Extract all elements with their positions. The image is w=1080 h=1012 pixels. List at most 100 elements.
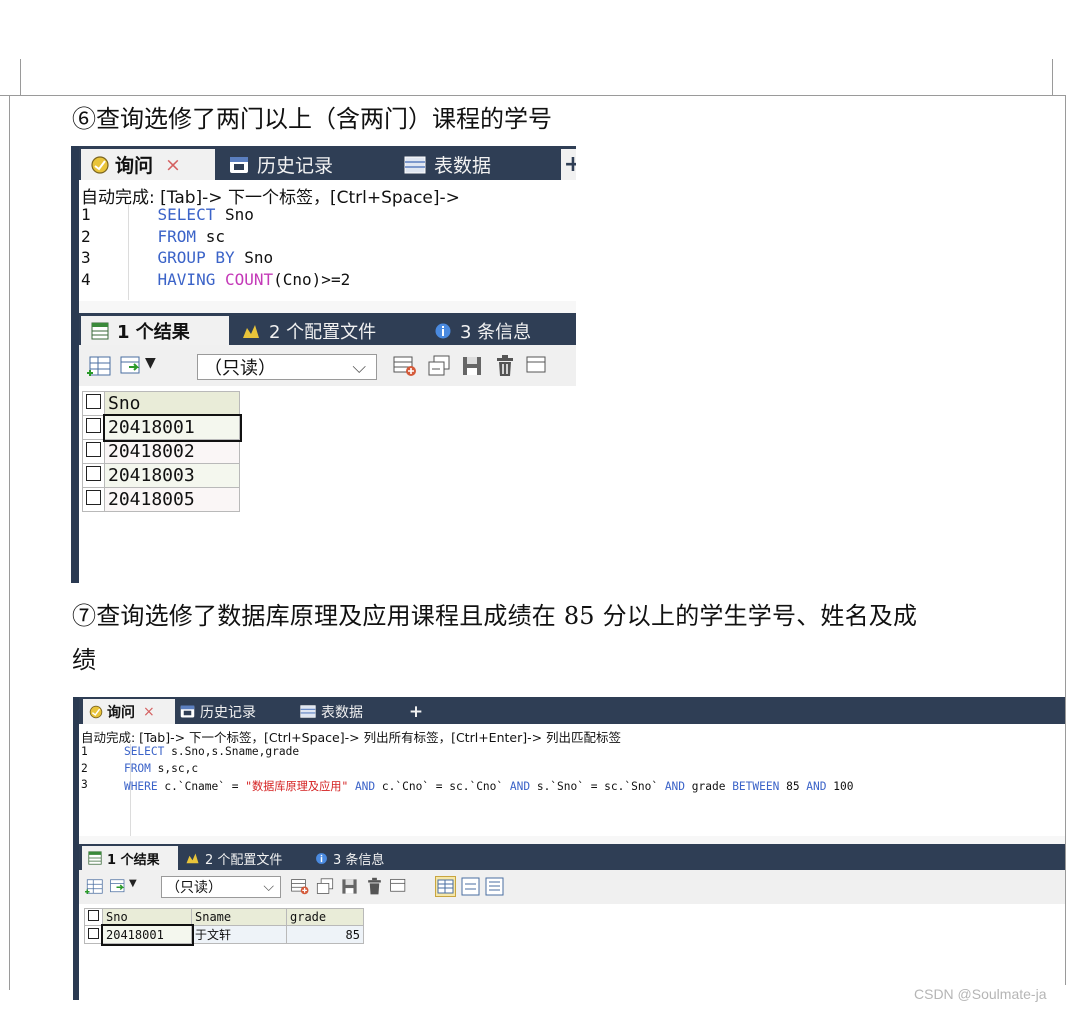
result-tab-results[interactable]: 1 个结果 xyxy=(81,316,229,345)
sql-token: c.`Cname` = xyxy=(157,780,246,793)
refresh-icon[interactable] xyxy=(389,877,408,896)
duplicate-row-icon[interactable] xyxy=(315,877,335,896)
result-tab-profiles[interactable]: 2 个配置文件 xyxy=(185,846,282,870)
autocomplete-hint: 自动完成: [Tab]-> 下一个标签，[Ctrl+Space]-> 列出所有标… xyxy=(81,730,622,745)
grid-view-icon[interactable] xyxy=(85,878,103,895)
code-line[interactable]: WHERE c.`Cname` = "数据库原理及应用" AND c.`Cno`… xyxy=(97,778,854,794)
chevron-down-icon[interactable]: ▼ xyxy=(129,878,137,889)
row-checkbox[interactable] xyxy=(88,927,99,939)
table-row[interactable]: 20418002 xyxy=(82,439,240,464)
tab-table-data[interactable]: 表数据 xyxy=(404,149,491,180)
select-all-checkbox[interactable] xyxy=(88,910,99,921)
row-checkbox[interactable] xyxy=(86,490,101,505)
save-icon[interactable] xyxy=(340,877,359,896)
sql-token: Sno xyxy=(234,248,274,267)
calendar-icon xyxy=(230,156,248,173)
duplicate-row-icon[interactable] xyxy=(426,354,452,378)
insert-row-icon[interactable] xyxy=(392,354,418,378)
table-row[interactable]: 20418001 于文轩 85 xyxy=(84,923,364,946)
sql-token: grade xyxy=(685,780,733,793)
result-tab-profiles-label: 2 个配置文件 xyxy=(205,852,283,868)
row-checkbox[interactable] xyxy=(86,466,101,481)
result-tab-results[interactable]: 1 个结果 xyxy=(82,846,178,870)
export-icon[interactable] xyxy=(119,355,143,377)
select-all-cell[interactable] xyxy=(84,908,103,926)
delete-icon[interactable] xyxy=(493,354,517,378)
sql-token: s.`Sno` = sc.`Sno` xyxy=(530,780,665,793)
save-icon[interactable] xyxy=(460,354,484,378)
tab-history[interactable]: 历史记录 xyxy=(180,699,256,724)
results-grid-icon xyxy=(91,322,109,339)
grid-header-row: Sno Sname grade xyxy=(84,908,364,926)
row-select-cell[interactable] xyxy=(82,463,105,488)
sql-keyword: FROM xyxy=(123,761,151,775)
tab-table-data-label: 表数据 xyxy=(321,704,363,721)
row-select-cell[interactable] xyxy=(82,439,105,464)
insert-row-icon[interactable] xyxy=(290,877,310,896)
text-mode-icon[interactable] xyxy=(485,877,504,896)
select-all-cell[interactable] xyxy=(82,391,105,416)
export-icon[interactable] xyxy=(109,878,127,895)
table-cell[interactable]: 20418005 xyxy=(104,487,240,512)
tab-query[interactable]: 询问 × xyxy=(83,699,175,724)
code-line[interactable]: FROM s,sc,c xyxy=(97,762,198,775)
sql-editor[interactable]: 1 SELECT Sno 2 FROM sc 3 GROUP BY Sno 4 HAV… xyxy=(81,205,576,301)
code-line[interactable]: GROUP BY Sno xyxy=(119,248,274,267)
table-cell[interactable]: 于文轩 xyxy=(191,925,287,944)
delete-icon[interactable] xyxy=(365,877,384,896)
row-select-cell[interactable] xyxy=(82,487,105,512)
sql-token: Sno xyxy=(215,205,254,224)
table-row[interactable]: 20418001 xyxy=(82,413,242,442)
grid-view-icon[interactable] xyxy=(87,355,111,377)
column-header[interactable]: Sno xyxy=(104,391,240,416)
readonly-select[interactable]: （只读） ⌵ xyxy=(161,876,281,898)
add-tab-button[interactable]: + xyxy=(406,699,426,724)
result-tab-messages[interactable]: 3 条信息 xyxy=(434,316,531,345)
sql-editor[interactable]: 1 SELECT s.Sno,s.Sname,grade 2 FROM s,sc,… xyxy=(81,745,1065,835)
tab-history[interactable]: 历史记录 xyxy=(229,149,333,180)
table-cell[interactable]: 20418003 xyxy=(104,463,240,488)
sql-keyword: FROM xyxy=(157,226,197,246)
add-tab-button[interactable]: + xyxy=(561,149,576,180)
close-icon[interactable]: × xyxy=(143,704,155,720)
column-header[interactable]: Sno xyxy=(102,908,192,926)
result-tab-results-label: 1 个结果 xyxy=(117,321,190,343)
sql-token: c.`Cno` = sc.`Cno` xyxy=(375,780,510,793)
row-select-cell[interactable] xyxy=(82,415,105,440)
table-icon xyxy=(404,156,426,173)
column-header[interactable]: grade xyxy=(286,908,364,926)
code-line[interactable]: SELECT s.Sno,s.Sname,grade xyxy=(97,745,299,758)
tab-query-label: 询问 xyxy=(115,155,154,177)
code-line[interactable]: SELECT Sno xyxy=(119,205,254,224)
close-icon[interactable]: × xyxy=(165,154,181,176)
refresh-icon[interactable] xyxy=(525,354,549,378)
info-icon xyxy=(435,323,451,338)
query-icon xyxy=(91,155,109,174)
form-mode-icon[interactable] xyxy=(461,877,480,896)
chevron-down-icon[interactable]: ▼ xyxy=(145,355,156,371)
table-cell[interactable]: 85 xyxy=(286,925,364,944)
grid-mode-icon[interactable] xyxy=(435,876,456,897)
column-header[interactable]: Sname xyxy=(191,908,287,926)
table-cell[interactable]: 20418001 xyxy=(100,923,194,946)
code-line[interactable]: FROM sc xyxy=(119,227,225,246)
result-tab-profiles[interactable]: 2 个配置文件 xyxy=(241,316,376,345)
readonly-select[interactable]: （只读） ⌵ xyxy=(197,354,377,380)
code-line[interactable]: HAVING COUNT(Cno)>=2 xyxy=(119,270,351,289)
row-checkbox[interactable] xyxy=(86,418,101,433)
tab-table-data[interactable]: 表数据 xyxy=(300,699,363,724)
sqlyog-screenshot-2: 询问 × 历史记录 表数据 + 自动完成: [Tab]-> 下一个标签，[Ctr… xyxy=(73,697,1065,1000)
tab-query[interactable]: 询问 × xyxy=(81,149,215,180)
row-select-cell[interactable] xyxy=(84,925,103,944)
row-checkbox[interactable] xyxy=(86,442,101,457)
table-cell[interactable]: 20418001 xyxy=(102,413,242,442)
table-cell[interactable]: 20418002 xyxy=(104,439,240,464)
result-tab-messages[interactable]: 3 条信息 xyxy=(315,846,384,870)
table-row[interactable]: 20418003 xyxy=(82,463,240,488)
profile-icon xyxy=(243,324,259,338)
select-all-checkbox[interactable] xyxy=(86,394,101,409)
table-row[interactable]: 20418005 xyxy=(82,487,240,512)
heading-query-7-cont: 绩 xyxy=(72,646,96,674)
